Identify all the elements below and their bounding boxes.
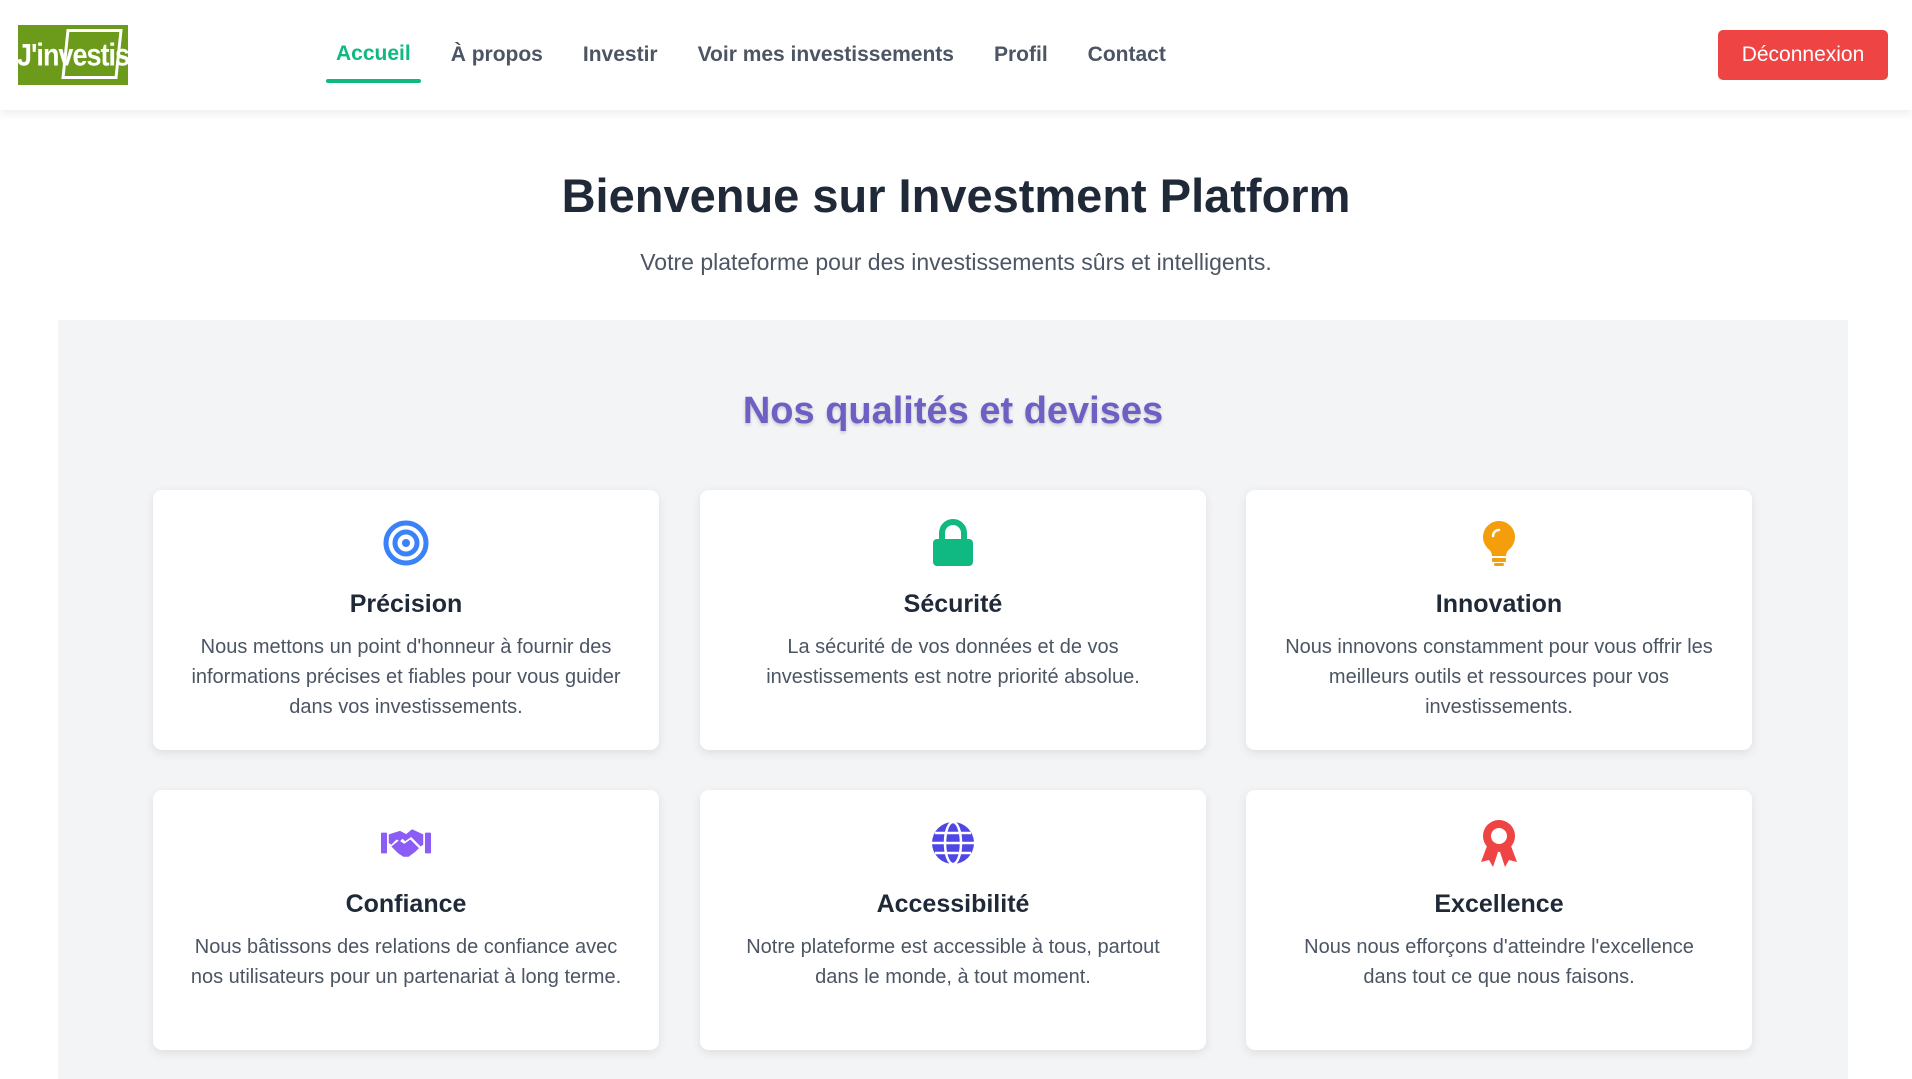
section-title: Nos qualités et devises (742, 390, 1164, 432)
nav-link-label: À propos (450, 43, 543, 66)
quality-card-securite: Sécurité La sécurité de vos données et d… (700, 490, 1206, 750)
quality-card-accessibilite: Accessibilité Notre plateforme est acces… (700, 790, 1206, 1050)
nav-link-label: Contact (1087, 43, 1166, 66)
page-title: Bienvenue sur Investment Platform (561, 169, 1351, 222)
logo[interactable]: J'investis (18, 25, 128, 85)
logout-button[interactable]: Déconnexion (1718, 30, 1888, 80)
nav-link-profil[interactable]: Profil (984, 0, 1058, 110)
card-title: Innovation (1435, 590, 1563, 618)
nav-link-label: Investir (582, 43, 658, 66)
lock-icon (928, 518, 978, 568)
quality-card-precision: Précision Nous mettons un point d'honneu… (153, 490, 659, 750)
card-title: Excellence (1434, 890, 1564, 918)
card-text: Notre plateforme est accessible à tous, … (746, 936, 1160, 988)
nav-link-accueil[interactable]: Accueil (326, 0, 421, 109)
logo-text: J'investis (18, 37, 128, 72)
nav-link-investir[interactable]: Investir (573, 0, 668, 110)
quality-card-excellence: Excellence Nous nous efforçons d'atteind… (1246, 790, 1752, 1050)
qualities-section: Nos qualités et devises Précision Nous m… (58, 320, 1848, 1079)
card-text: Nous nous efforçons d'atteindre l'excell… (1304, 936, 1694, 988)
nav-link-voir-mes-investissements[interactable]: Voir mes investissements (688, 0, 964, 110)
card-text: Nous mettons un point d'honneur à fourni… (191, 636, 621, 718)
lightbulb-icon (1474, 518, 1524, 568)
nav-link-label: Profil (993, 43, 1048, 66)
card-title: Confiance (345, 890, 467, 918)
main-nav: Accueil À propos Investir Voir mes inves… (326, 0, 1196, 110)
nav-link-label: Accueil (336, 41, 411, 65)
nav-link-contact[interactable]: Contact (1078, 0, 1176, 110)
target-icon (381, 518, 431, 568)
active-underline (326, 78, 421, 83)
nav-link-label: Voir mes investissements (697, 43, 954, 66)
navbar: J'investis Accueil À propos Investir Voi… (0, 0, 1912, 110)
card-title: Accessibilité (876, 890, 1030, 918)
card-text: La sécurité de vos données et de vos inv… (766, 636, 1140, 688)
page-subtitle: Votre plateforme pour des investissement… (640, 249, 1272, 275)
globe-icon (928, 818, 978, 868)
quality-card-innovation: Innovation Nous innovons constamment pou… (1246, 490, 1752, 750)
card-title: Précision (349, 590, 463, 618)
card-title: Sécurité (903, 590, 1003, 618)
card-text: Nous innovons constamment pour vous offr… (1285, 636, 1713, 718)
quality-card-confiance: Confiance Nous bâtissons des relations d… (153, 790, 659, 1050)
nav-link-a-propos[interactable]: À propos (441, 0, 553, 110)
card-text: Nous bâtissons des relations de confianc… (190, 936, 622, 988)
handshake-icon (381, 818, 431, 868)
award-icon (1474, 818, 1524, 868)
